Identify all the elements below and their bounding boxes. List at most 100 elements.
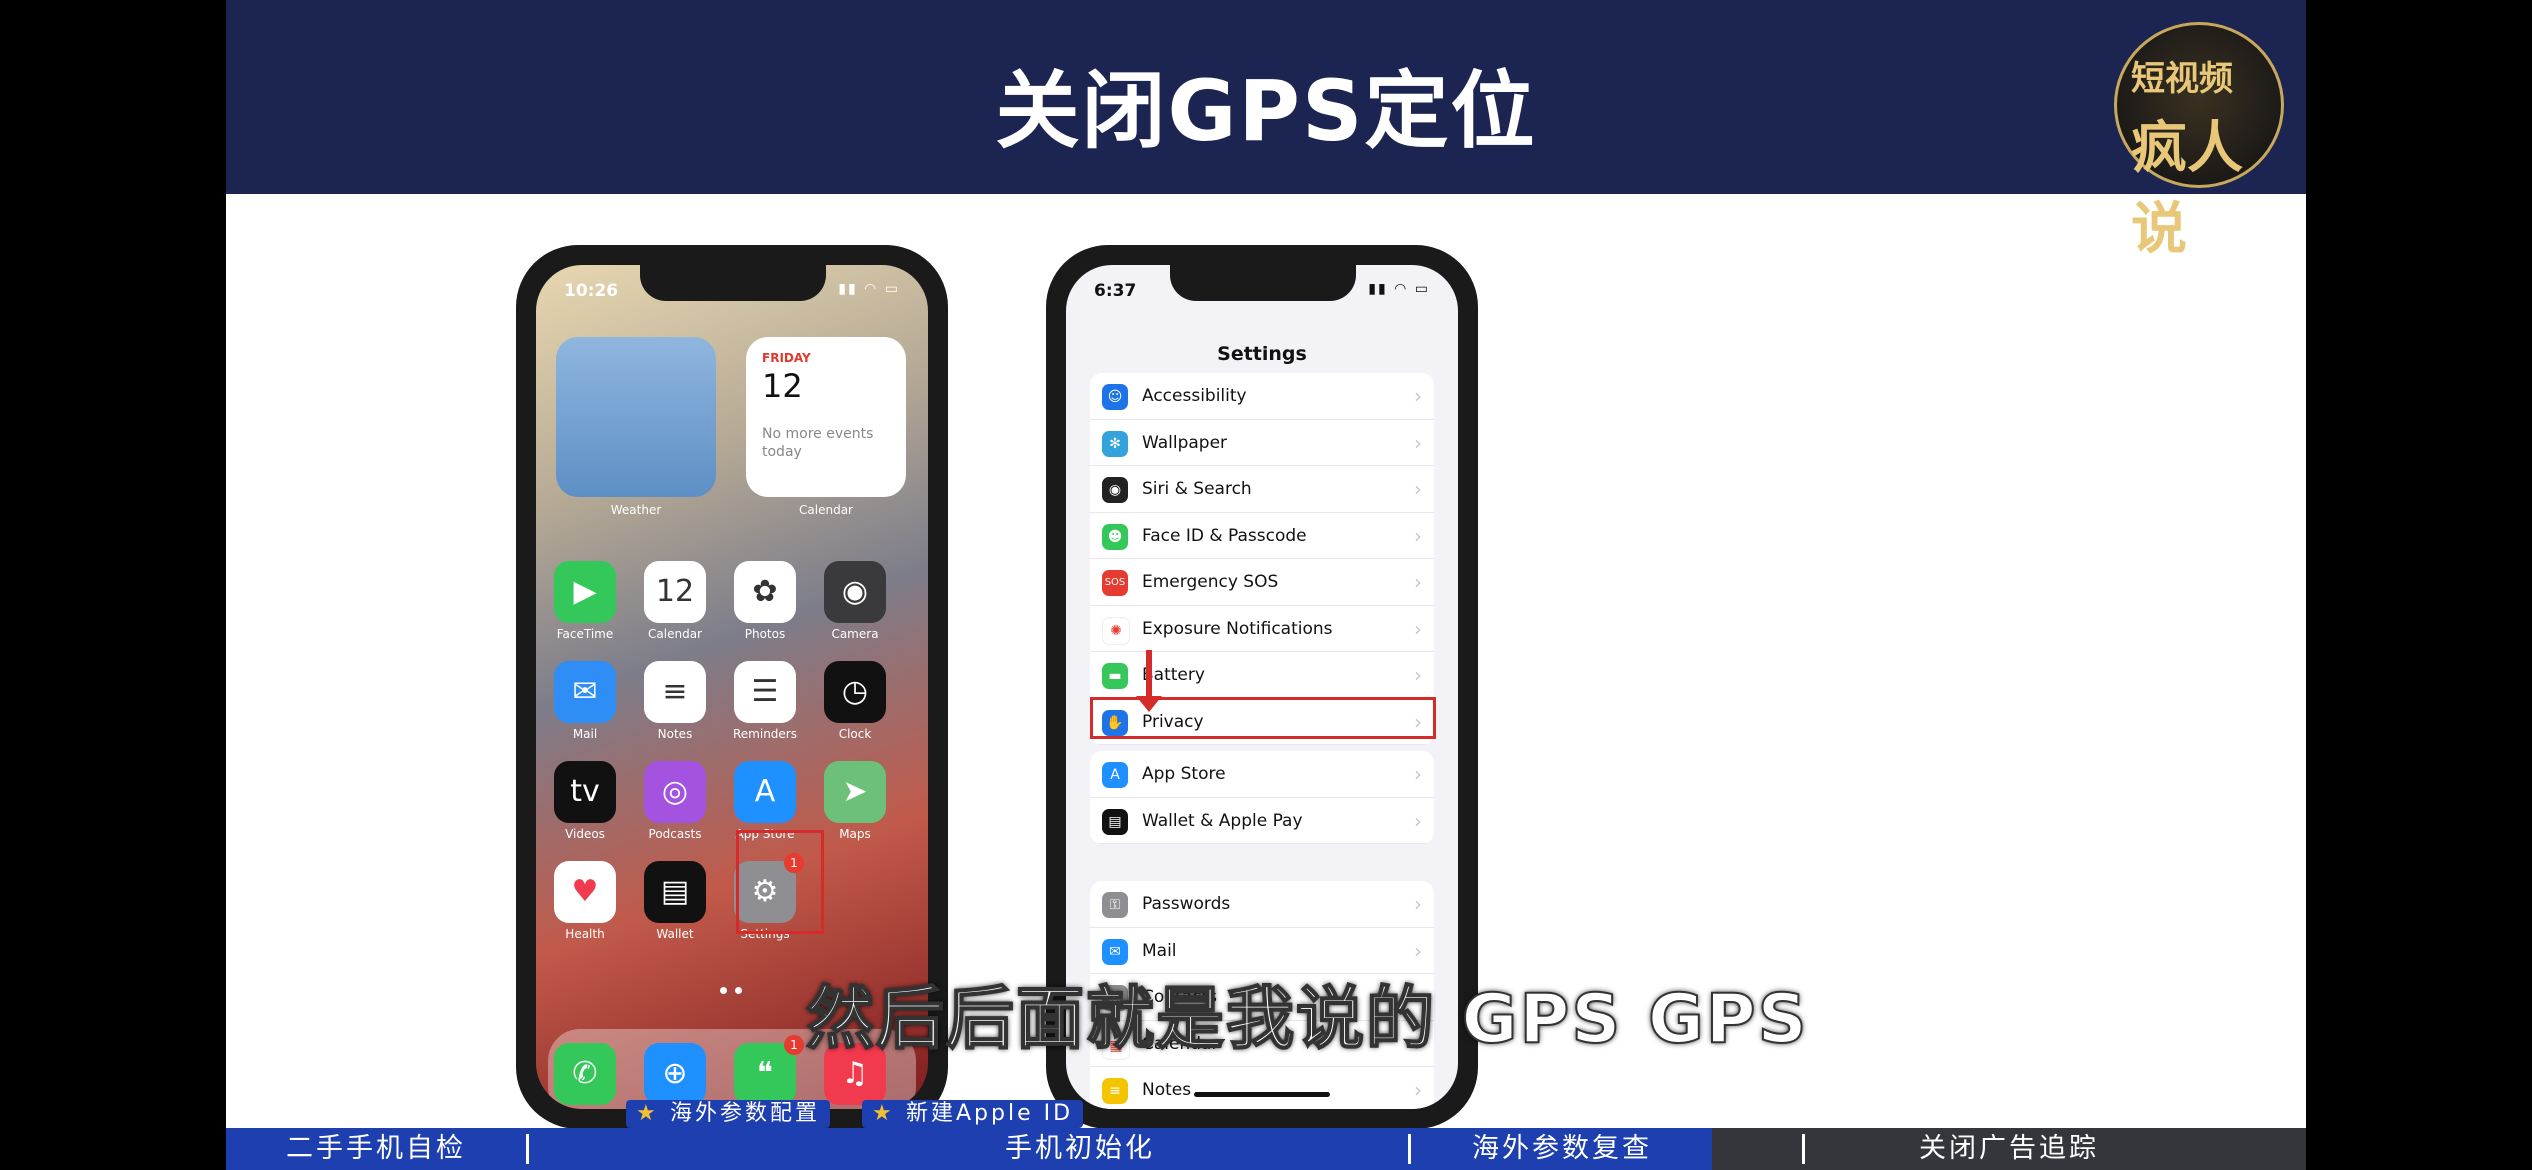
- app-icon-app-store[interactable]: A: [734, 761, 796, 823]
- chevron-right-icon: ›: [1414, 1078, 1422, 1102]
- bottom-nav: 二手手机自检 手机初始化 海外参数复查 关闭广告追踪: [226, 1128, 2306, 1170]
- settings-header: Settings: [1217, 343, 1307, 365]
- nav-separator: [1802, 1134, 1805, 1164]
- chevron-right-icon: ›: [1414, 663, 1422, 687]
- calendar-widget-label: Calendar: [799, 503, 853, 517]
- settings-row-icon: ✻: [1102, 430, 1128, 457]
- app-icon-wallet[interactable]: ▤: [644, 861, 706, 923]
- app-icon-mail[interactable]: ✉: [554, 661, 616, 723]
- chevron-right-icon: ›: [1414, 477, 1422, 501]
- settings-row-label: Wallpaper: [1142, 432, 1228, 453]
- slide-title: 关闭GPS定位: [995, 62, 1537, 160]
- facetime-icon: ▶: [573, 574, 597, 609]
- settings-group-2: A App Store › ▤ Wallet & Apple Pay ›: [1090, 751, 1434, 844]
- chevron-right-icon: ›: [1414, 616, 1422, 641]
- page-dots: [716, 979, 746, 998]
- tag-new-apple-id: ★ 新建Apple ID: [862, 1100, 1084, 1128]
- app-label: Podcasts: [648, 827, 702, 841]
- settings-row-icon: ≡: [1102, 1078, 1128, 1104]
- weather-widget[interactable]: [556, 337, 716, 497]
- settings-row-emergency-sos[interactable]: SOS Emergency SOS ›: [1090, 559, 1434, 606]
- settings-row-icon: SOS: [1102, 570, 1128, 596]
- settings-row-icon: A: [1102, 762, 1128, 788]
- settings-row-icon: ☺: [1102, 384, 1128, 410]
- app-icon-facetime[interactable]: ▶: [554, 561, 616, 623]
- app-icon-notes[interactable]: ≡: [644, 661, 706, 723]
- status-time: 10:26: [564, 281, 619, 301]
- notes-icon: ≡: [662, 674, 688, 709]
- app-label: Videos: [565, 827, 605, 841]
- settings-row-wallpaper[interactable]: ✻ Wallpaper ›: [1090, 420, 1434, 466]
- dock-app-icon[interactable]: ⊕: [644, 1043, 706, 1105]
- settings-row-label: Mail: [1142, 940, 1177, 961]
- app-icon-podcasts[interactable]: ◎: [644, 761, 706, 823]
- settings-row-label: Emergency SOS: [1142, 572, 1279, 592]
- notch: [1170, 265, 1356, 301]
- calendar-widget-date: 12: [762, 367, 803, 405]
- videos-icon: tv: [570, 774, 600, 809]
- app-label: Clock: [838, 727, 872, 741]
- calendar-icon: 12: [655, 574, 695, 609]
- health-icon: ♥: [571, 874, 599, 909]
- settings-row-icon: ⚿: [1102, 892, 1128, 918]
- settings-highlight-box: [736, 830, 824, 934]
- calendar-widget[interactable]: FRIDAY 12 No more events today: [746, 337, 906, 497]
- weather-widget-label: Weather: [610, 503, 662, 517]
- nav-secondhand-check[interactable]: 二手手机自检: [226, 1128, 526, 1170]
- maps-icon: ➤: [842, 774, 868, 809]
- tag-overseas-config: ★ 海外参数配置: [626, 1100, 831, 1128]
- title-bar: 关闭GPS定位 短视频 疯人说: [226, 0, 2306, 262]
- reminders-icon: ☰: [751, 674, 779, 709]
- settings-row-notes[interactable]: ≡ Notes ›: [1090, 1067, 1434, 1109]
- tag-label: 海外参数配置: [670, 1101, 821, 1126]
- app-label: Health: [565, 927, 605, 941]
- settings-row-label: Accessibility: [1142, 386, 1247, 406]
- app-icon-reminders[interactable]: ☰: [734, 661, 796, 723]
- nav-overseas-recheck[interactable]: 海外参数复查: [1412, 1128, 1712, 1170]
- app-icon-clock[interactable]: ◷: [824, 661, 886, 723]
- settings-row-face-id-passcode[interactable]: ☻ Face ID & Passcode ›: [1090, 513, 1434, 559]
- app-icon-maps[interactable]: ➤: [824, 761, 886, 823]
- settings-row-siri-search[interactable]: ◉ Siri & Search ›: [1090, 466, 1434, 513]
- app-icon-camera[interactable]: ◉: [824, 561, 886, 623]
- star-icon: ★: [636, 1101, 659, 1126]
- app-label: Wallet: [656, 927, 694, 941]
- settings-row-app-store[interactable]: A App Store ›: [1090, 751, 1434, 798]
- chevron-right-icon: ›: [1414, 808, 1422, 833]
- settings-row-label: Face ID & Passcode: [1142, 525, 1307, 546]
- app-icon-calendar[interactable]: 12: [644, 561, 706, 623]
- app-label: Calendar: [648, 627, 702, 641]
- settings-row-battery[interactable]: ▬ Battery ›: [1090, 652, 1434, 699]
- down-arrow: [1136, 650, 1162, 712]
- settings-row-passwords[interactable]: ⚿ Passwords ›: [1090, 881, 1434, 928]
- chevron-right-icon: ›: [1414, 892, 1422, 916]
- calendar-widget-note: No more events today: [762, 426, 874, 460]
- calendar-widget-day: FRIDAY: [762, 351, 811, 365]
- chevron-right-icon: ›: [1414, 430, 1422, 455]
- messages-badge: 1: [784, 1035, 804, 1055]
- logo-line-2: 疯人说: [2131, 115, 2243, 262]
- dock-glyph-icon: ✆: [572, 1056, 598, 1091]
- star-icon: ★: [872, 1101, 895, 1126]
- app-label: Camera: [831, 627, 879, 641]
- settings-row-exposure-notifications[interactable]: ✺ Exposure Notifications ›: [1090, 606, 1434, 652]
- dock-app-icon[interactable]: ✆: [554, 1043, 616, 1105]
- video-subtitle: 然后后面就是我说的 GPS GPS: [805, 979, 1809, 1060]
- tag-label: 新建Apple ID: [906, 1101, 1074, 1126]
- settings-row-label: Passwords: [1142, 894, 1231, 914]
- mail-icon: ✉: [572, 674, 598, 709]
- app-label: Notes: [657, 727, 693, 741]
- home-indicator: [1194, 1092, 1330, 1097]
- settings-row-label: Notes: [1142, 1080, 1192, 1100]
- app-icon-videos[interactable]: tv: [554, 761, 616, 823]
- status-icons: ▮▮ ◠ ▭: [1368, 281, 1430, 297]
- app-icon-photos[interactable]: ✿: [734, 561, 796, 623]
- chevron-right-icon: ›: [1414, 938, 1422, 963]
- settings-row-label: Wallet & Apple Pay: [1142, 810, 1303, 831]
- logo-line-1: 短视频: [2131, 59, 2233, 99]
- nav-separator: [526, 1134, 529, 1164]
- settings-row-accessibility[interactable]: ☺ Accessibility ›: [1090, 373, 1434, 420]
- app-icon-health[interactable]: ♥: [554, 861, 616, 923]
- settings-row-wallet-apple-pay[interactable]: ▤ Wallet & Apple Pay ›: [1090, 798, 1434, 844]
- app-store-icon: A: [754, 774, 776, 809]
